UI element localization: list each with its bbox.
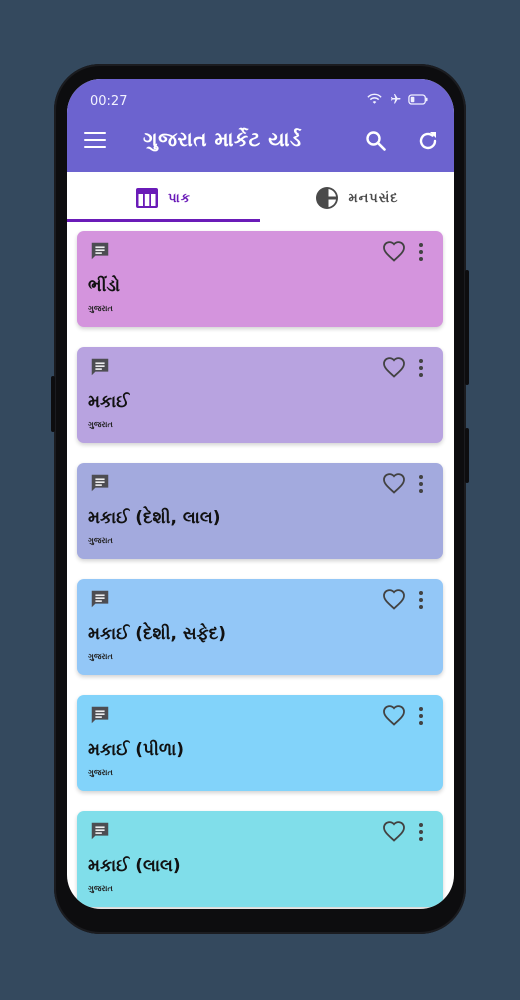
crop-name: મકાઈ (દેશી, લાલ): [88, 508, 221, 528]
tab-crops-label: પાક: [168, 190, 191, 206]
heart-icon[interactable]: [382, 820, 406, 844]
status-time: 00:27: [90, 94, 128, 109]
app-screen: 00:27 ગુજરાત માર્કેટ યાર્ડ પાક મનપસંદ ભી…: [67, 79, 454, 909]
heart-icon[interactable]: [382, 704, 406, 728]
table-icon: [136, 188, 159, 208]
side-button-power: [465, 428, 469, 483]
crop-card[interactable]: મકાઈ (લાલ) ગુજરાત: [77, 811, 443, 907]
crop-name: મકાઈ (પીળા): [88, 740, 185, 760]
crop-state: ગુજરાત: [88, 652, 113, 661]
message-icon[interactable]: [89, 820, 111, 842]
more-options-icon[interactable]: [417, 242, 425, 262]
tab-indicator: [67, 219, 260, 222]
more-options-icon[interactable]: [417, 474, 425, 494]
message-icon[interactable]: [89, 704, 111, 726]
crop-name: ભીંડો: [88, 276, 121, 296]
side-button-volume: [465, 270, 469, 385]
more-options-icon[interactable]: [417, 358, 425, 378]
crop-name: મકાઈ: [88, 392, 130, 412]
search-icon[interactable]: [364, 129, 388, 153]
tab-favorites[interactable]: મનપસંદ: [261, 172, 454, 224]
crop-name: મકાઈ (લાલ): [88, 856, 181, 876]
more-options-icon[interactable]: [417, 822, 425, 842]
app-bar: 00:27 ગુજરાત માર્કેટ યાર્ડ: [67, 79, 454, 172]
menu-button[interactable]: [84, 132, 106, 148]
app-title: ગુજરાત માર્કેટ યાર્ડ: [143, 127, 302, 151]
message-icon[interactable]: [89, 356, 111, 378]
more-options-icon[interactable]: [417, 706, 425, 726]
heart-icon[interactable]: [382, 472, 406, 496]
crop-card[interactable]: ભીંડો ગુજરાત: [77, 231, 443, 327]
crop-state: ગુજરાત: [88, 768, 113, 777]
crop-name: મકાઈ (દેશી, સફેદ): [88, 624, 227, 644]
tab-crops[interactable]: પાક: [67, 172, 260, 224]
status-icons: [367, 93, 428, 105]
message-icon[interactable]: [89, 588, 111, 610]
tab-bar: પાક મનપસંદ: [67, 172, 454, 224]
crop-card[interactable]: મકાઈ ગુજરાત: [77, 347, 443, 443]
message-icon[interactable]: [89, 472, 111, 494]
side-button-left: [51, 376, 55, 432]
crop-state: ગુજરાત: [88, 536, 113, 545]
crop-card[interactable]: મકાઈ (પીળા) ગુજરાત: [77, 695, 443, 791]
crop-state: ગુજરાત: [88, 884, 113, 893]
crop-state: ગુજરાત: [88, 420, 113, 429]
heart-icon[interactable]: [382, 240, 406, 264]
battery-icon: [408, 93, 428, 105]
wifi-icon: [367, 93, 382, 104]
heart-icon[interactable]: [382, 588, 406, 612]
crop-state: ગુજરાત: [88, 304, 113, 313]
crop-card[interactable]: મકાઈ (દેશી, સફેદ) ગુજરાત: [77, 579, 443, 675]
crop-list: ભીંડો ગુજરાત મકાઈ ગુજરાત મકાઈ (દેશી, લાલ…: [77, 231, 443, 909]
tab-favorites-label: મનપસંદ: [348, 190, 399, 206]
message-icon[interactable]: [89, 240, 111, 262]
pie-chart-icon: [316, 187, 339, 209]
crop-card[interactable]: મકાઈ (દેશી, લાલ) ગુજરાત: [77, 463, 443, 559]
heart-icon[interactable]: [382, 356, 406, 380]
airplane-mode-icon: [391, 94, 401, 104]
refresh-icon[interactable]: [416, 129, 440, 153]
more-options-icon[interactable]: [417, 590, 425, 610]
